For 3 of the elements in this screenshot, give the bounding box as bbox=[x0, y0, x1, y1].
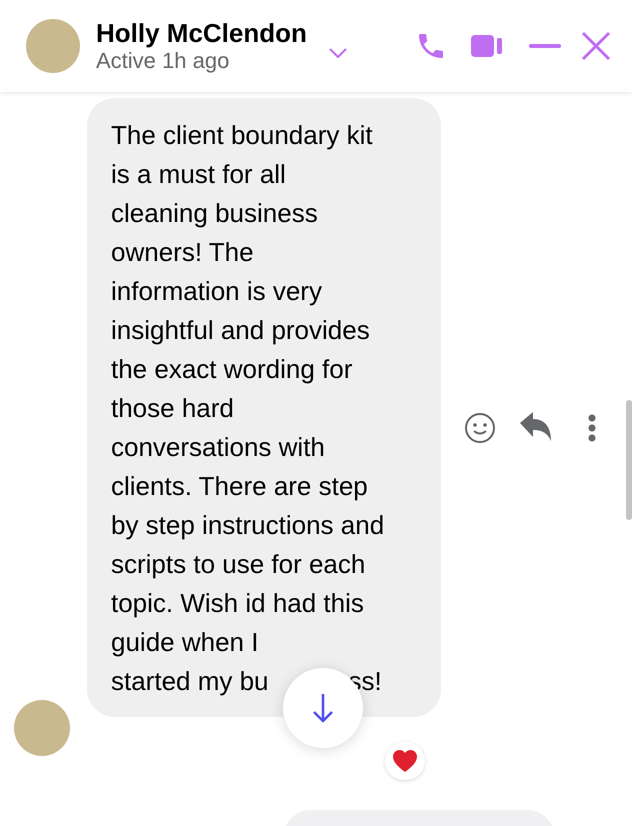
active-status: Active 1h ago bbox=[96, 48, 230, 74]
message-text: started my bu bbox=[111, 665, 269, 698]
contact-name: Holly McClendon bbox=[96, 18, 307, 48]
